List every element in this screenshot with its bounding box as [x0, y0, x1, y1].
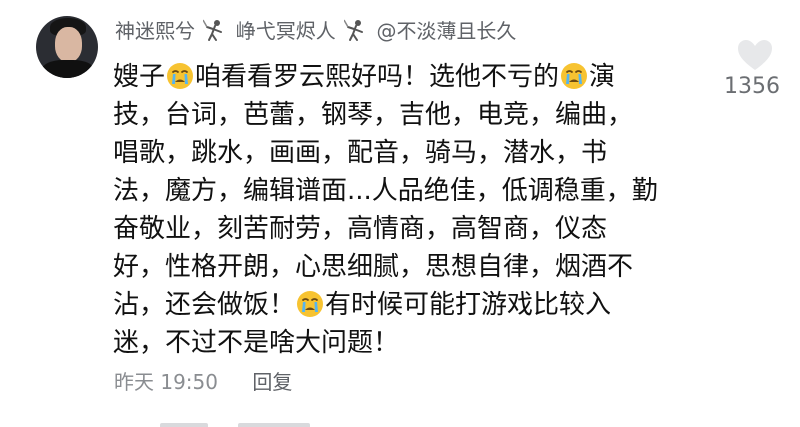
comment-text-segment: 嫂子 [113, 62, 166, 92]
comment-text-segment: 有时候可能打游戏比较入 [325, 290, 612, 320]
next-comment-cutoff [160, 415, 330, 427]
comment-text-segment: 好，性格开朗，心思细腻，思想自律，烟酒不 [113, 252, 634, 282]
avatar-face [55, 27, 82, 62]
comment-line: 迷，不过不是啥大问题！ [113, 324, 713, 362]
comment-text-segment: 法，魔方，编辑谱面...人品绝佳，低调稳重，勤 [113, 176, 658, 206]
comment-text-segment: 唱歌，跳水，画画，配音，骑马，潜水，书 [113, 138, 608, 168]
comment-text-segment: 咱看看罗云熙好吗！选他不亏的 [195, 62, 560, 92]
comment-line: 奋敬业，刻苦耐劳，高情商，高智商，仪态 [113, 210, 713, 248]
mention-link[interactable]: @不淡薄且长久 [376, 19, 516, 43]
fencing-person-icon [203, 19, 223, 41]
reply-button[interactable]: 回复 [252, 370, 292, 394]
username[interactable]: 神迷熙兮 [115, 19, 195, 43]
crying-face-icon [167, 63, 194, 89]
comment-line: 沾，还会做饭！ 有时候可能打游戏比较入 [113, 286, 713, 324]
comment-text-segment: 沾，还会做饭！ [113, 290, 296, 320]
like-count: 1356 [724, 74, 780, 99]
crying-face-icon [297, 291, 324, 317]
username-secondary: 峥弋冥烬人 [235, 19, 336, 43]
comment-line: 唱歌，跳水，画画，配音，骑马，潜水，书 [113, 134, 713, 172]
crying-face-icon [561, 63, 588, 89]
heart-outline-icon[interactable] [736, 38, 774, 72]
comment-avatar[interactable] [36, 16, 98, 78]
fencing-person-icon [344, 19, 364, 41]
avatar-shoulders [42, 60, 94, 78]
comment-line: 法，魔方，编辑谱面...人品绝佳，低调稳重，勤 [113, 172, 713, 210]
comment-line: 好，性格开朗，心思细腻，思想自律，烟酒不 [113, 248, 713, 286]
comment-text: 嫂子 咱看看罗云熙好吗！选他不亏的演技，台词，芭蕾，钢琴，吉他，电竞，编曲， 唱歌，… [113, 58, 713, 362]
comment-line: 嫂子 咱看看罗云熙好吗！选他不亏的演 [113, 58, 713, 96]
comment-line: 技，台词，芭蕾，钢琴，吉他，电竞，编曲， [113, 96, 713, 134]
comment-text-segment: 技，台词，芭蕾，钢琴，吉他，电竞，编曲， [113, 100, 634, 130]
comment-text-segment: 演 [589, 62, 616, 92]
comment-time: 昨天 19:50 [114, 370, 218, 394]
comment-text-segment: 奋敬业，刻苦耐劳，高情商，高智商，仪态 [113, 214, 608, 244]
comment-header: 神迷熙兮 峥弋冥烬人 @不淡薄且长久 [115, 17, 516, 45]
comment-text-segment: 迷，不过不是啥大问题！ [113, 328, 400, 358]
comment-meta: 昨天 19:50 回复 [114, 369, 292, 395]
